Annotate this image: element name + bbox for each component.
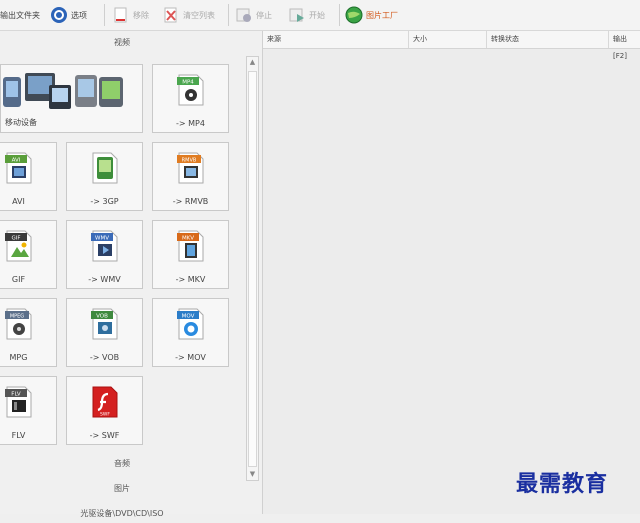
avi-file-icon: AVI xyxy=(4,152,31,184)
mobile-devices-icon xyxy=(3,73,123,109)
tile-mobile-label: 移动设备 xyxy=(5,118,37,127)
tile-mov-label: -> MOV xyxy=(175,353,206,362)
rmvb-badge: RMVB xyxy=(181,158,196,164)
wmv-file-icon: WMV xyxy=(90,230,117,262)
mpg-badge: MPEG xyxy=(9,314,23,320)
tile-3gp-label: -> 3GP xyxy=(90,197,119,206)
options-button[interactable]: 选项 xyxy=(50,4,87,26)
toolbar: 输出文件夹 选项 移除 清空列表 停止 开始 图片工厂 xyxy=(0,0,640,31)
image-category-header[interactable]: 图片 xyxy=(0,480,244,498)
mov-file-icon: MOV xyxy=(176,308,203,340)
mkv-badge: MKV xyxy=(181,236,193,242)
clear-list-icon xyxy=(162,6,180,24)
toolbar-divider xyxy=(339,4,340,26)
tile-vob[interactable]: VOB -> VOB xyxy=(66,298,143,367)
tile-avi[interactable]: AVI AVI xyxy=(0,142,57,211)
watermark-logo: 最需教育 xyxy=(516,471,609,497)
stop-button[interactable]: 停止 xyxy=(235,4,272,26)
tile-mov[interactable]: MOV -> MOV xyxy=(152,298,229,367)
tile-flv-label: FLV xyxy=(11,431,26,440)
rom-category-header[interactable]: 光驱设备\DVD\CD\ISO xyxy=(0,505,244,523)
remove-button[interactable]: 移除 xyxy=(112,4,149,26)
flv-badge: FLV xyxy=(11,392,21,398)
clear-list-button[interactable]: 清空列表 xyxy=(162,4,215,26)
mkv-file-icon: MKV xyxy=(176,230,203,262)
wmv-badge: WMV xyxy=(95,236,109,242)
gif-badge: GIF xyxy=(11,236,20,242)
mov-badge: MOV xyxy=(181,314,194,320)
audio-category-header[interactable]: 音频 xyxy=(0,455,244,473)
task-list-panel[interactable]: 来源 大小 转换状态 输出 [F2] xyxy=(263,31,640,514)
swf-flash-icon: SWF xyxy=(92,386,117,418)
tile-mp4-label: -> MP4 xyxy=(176,119,205,128)
tile-wmv-label: -> WMV xyxy=(88,275,121,284)
tile-mkv[interactable]: MKV -> MKV xyxy=(152,220,229,289)
flv-file-icon: FLV xyxy=(4,386,31,418)
tile-flv[interactable]: FLV FLV xyxy=(0,376,57,445)
mp4-badge: MP4 xyxy=(182,80,194,86)
tile-rmvb[interactable]: RMVB -> RMVB xyxy=(152,142,229,211)
vob-badge: VOB xyxy=(96,314,108,320)
column-status[interactable]: 转换状态 xyxy=(486,31,608,48)
stop-icon xyxy=(235,6,253,24)
avi-badge: AVI xyxy=(11,158,20,164)
toolbar-divider xyxy=(228,4,229,26)
clear-list-label: 清空列表 xyxy=(183,10,215,20)
remove-label: 移除 xyxy=(133,10,149,20)
scroll-up-arrow[interactable]: ▲ xyxy=(247,57,258,68)
swf-badge: SWF xyxy=(100,412,110,418)
video-category-header[interactable]: 视频 xyxy=(0,34,244,52)
rmvb-file-icon: RMVB xyxy=(176,152,203,184)
start-icon xyxy=(288,6,306,24)
column-output[interactable]: 输出 [F2] xyxy=(608,31,640,60)
tile-rmvb-label: -> RMVB xyxy=(172,197,209,206)
tile-3gp[interactable]: -> 3GP xyxy=(66,142,143,211)
options-label: 选项 xyxy=(71,10,87,20)
tile-gif[interactable]: GIF GIF xyxy=(0,220,57,289)
start-label: 开始 xyxy=(309,10,325,20)
scroll-thumb[interactable] xyxy=(248,71,257,467)
tile-avi-label: AVI xyxy=(12,197,25,206)
3gp-file-icon xyxy=(92,152,117,184)
stop-label: 停止 xyxy=(256,10,272,20)
options-icon xyxy=(50,6,68,24)
tile-gif-label: GIF xyxy=(11,275,26,284)
mpg-file-icon: MPEG xyxy=(4,308,31,340)
category-panel: 视频 移动设备 MP4 -> MP4 AVI AVI -> 3GP RMVB -… xyxy=(0,31,263,518)
video-tile-grid: 移动设备 MP4 -> MP4 AVI AVI -> 3GP RMVB -> R… xyxy=(0,62,244,482)
mp4-file-icon: MP4 xyxy=(176,74,203,106)
tile-swf-label: -> SWF xyxy=(89,431,120,440)
column-source[interactable]: 来源 xyxy=(263,31,408,48)
tile-swf[interactable]: SWF -> SWF xyxy=(66,376,143,445)
column-size[interactable]: 大小 xyxy=(408,31,486,48)
vob-file-icon: VOB xyxy=(90,308,117,340)
scroll-down-arrow[interactable]: ▼ xyxy=(247,469,258,480)
task-table-header: 来源 大小 转换状态 输出 [F2] xyxy=(263,31,640,60)
tile-vob-label: -> VOB xyxy=(89,353,120,362)
start-button[interactable]: 开始 xyxy=(288,4,325,26)
output-folder-button[interactable]: 输出文件夹 xyxy=(0,4,40,26)
tile-mpg-label: MPG xyxy=(9,353,28,362)
gif-file-icon: GIF xyxy=(4,230,31,262)
tile-mobile-device[interactable]: 移动设备 xyxy=(0,64,143,133)
image-factory-button[interactable]: 图片工厂 xyxy=(345,4,398,26)
remove-icon xyxy=(112,6,130,24)
tile-mkv-label: -> MKV xyxy=(175,275,206,284)
output-folder-label: 输出文件夹 xyxy=(0,10,40,20)
tile-mp4[interactable]: MP4 -> MP4 xyxy=(152,64,229,133)
tile-mpg[interactable]: MPEG MPG xyxy=(0,298,57,367)
globe-icon xyxy=(345,6,363,24)
toolbar-divider xyxy=(104,4,105,26)
tile-wmv[interactable]: WMV -> WMV xyxy=(66,220,143,289)
tile-scrollbar[interactable]: ▲ ▼ xyxy=(246,56,259,481)
image-factory-label: 图片工厂 xyxy=(366,10,398,20)
